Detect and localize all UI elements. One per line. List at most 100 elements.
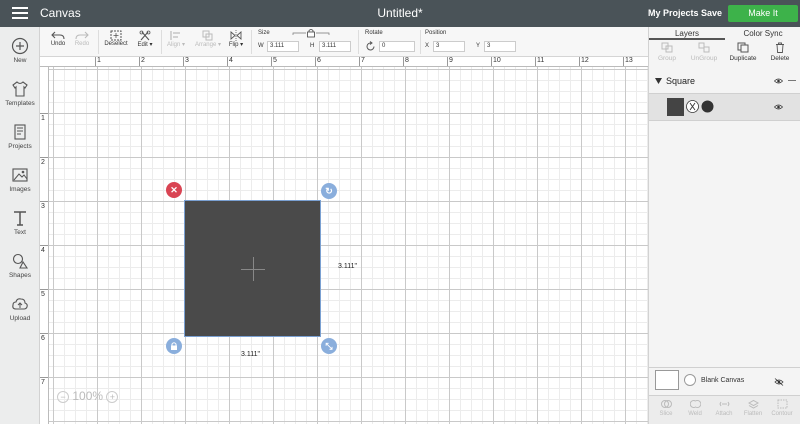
upload-cloud-icon: [12, 298, 28, 310]
height-label: H: [310, 43, 315, 49]
layer-row-square[interactable]: [649, 93, 800, 121]
y-position-field[interactable]: 3: [484, 41, 516, 52]
ruler-tick: [315, 57, 316, 66]
ungroup-button[interactable]: UnGroup: [686, 42, 722, 62]
redo-button[interactable]: Redo: [72, 30, 92, 47]
zoom-out-button[interactable]: −: [57, 390, 69, 403]
toolbar-divider: [161, 30, 162, 54]
ruler-tick-label: 4: [41, 247, 45, 254]
ruler-tick-label: 7: [361, 57, 365, 64]
design-canvas[interactable]: ✕ ↻ ⤡ 3.111" 3.111" − 100% +: [49, 67, 648, 424]
height-field[interactable]: 3.111: [319, 41, 351, 52]
canvas-color-swatch[interactable]: [684, 374, 696, 386]
caret-down-icon[interactable]: [655, 78, 662, 84]
right-panel: Layers Color Sync Group UnGroup Duplicat…: [648, 27, 800, 424]
group-button[interactable]: Group: [649, 42, 685, 62]
slice-button[interactable]: Slice: [652, 399, 680, 417]
sidebar-item-templates[interactable]: Templates: [0, 80, 40, 107]
x-label: X: [425, 43, 430, 49]
edit-icon: [139, 30, 151, 41]
weld-button[interactable]: Weld: [681, 399, 709, 417]
duplicate-icon: [737, 42, 749, 53]
lock-handle-icon[interactable]: [166, 338, 182, 354]
square-shape[interactable]: [184, 200, 321, 337]
tab-layers[interactable]: Layers: [649, 27, 725, 40]
lock-icon[interactable]: [292, 28, 330, 38]
edit-menu-button[interactable]: Edit ▾: [133, 30, 157, 48]
layer-thumbnail: [667, 98, 684, 116]
align-icon: [170, 31, 180, 40]
horizontal-ruler: 1 2 3 4 5 6 7 8 9 10 11 12 13: [40, 57, 648, 67]
ruler-tick: [40, 157, 48, 158]
width-field[interactable]: 3.111: [267, 41, 299, 52]
eye-hidden-icon[interactable]: [774, 378, 784, 386]
rotate-handle-icon[interactable]: ↻: [321, 183, 337, 199]
ruler-tick-label: 10: [493, 57, 501, 64]
app: Canvas Untitled* My Projects Save Make I…: [0, 0, 800, 424]
ruler-tick: [623, 57, 624, 66]
menu-icon[interactable]: [12, 7, 28, 19]
collapse-icon[interactable]: [788, 80, 796, 82]
zoom-in-button[interactable]: +: [106, 390, 119, 403]
ruler-tick: [139, 57, 140, 66]
deselect-label: Deselect: [104, 41, 128, 47]
undo-button[interactable]: Undo: [48, 30, 68, 47]
sidebar-item-label: New: [13, 57, 27, 64]
arrange-icon: [202, 30, 213, 41]
blank-canvas-row[interactable]: Blank Canvas: [649, 367, 800, 393]
save-button[interactable]: Save: [701, 8, 722, 18]
ruler-tick-label: 8: [405, 57, 409, 64]
ruler-tick-label: 11: [537, 57, 545, 64]
deselect-button[interactable]: Deselect: [103, 30, 129, 47]
size-label: Size: [258, 30, 270, 36]
duplicate-button[interactable]: Duplicate: [725, 42, 761, 62]
flip-menu-button[interactable]: Flip ▾: [226, 30, 246, 48]
vertical-ruler: 1 2 3 4 5 6 7: [40, 67, 49, 424]
ruler-tick-label: 7: [41, 379, 45, 386]
layer-color-swatch[interactable]: [701, 100, 714, 113]
chevron-down-icon: ▾: [147, 42, 153, 48]
scale-handle-icon[interactable]: ⤡: [321, 338, 337, 354]
ruler-tick-label: 6: [317, 57, 321, 64]
delete-handle-icon[interactable]: ✕: [166, 182, 182, 198]
sidebar-item-images[interactable]: Images: [0, 166, 40, 193]
ruler-tick: [95, 57, 96, 66]
sidebar-item-label: Images: [9, 186, 31, 193]
toolbar-divider: [98, 30, 99, 54]
ruler-tick-label: 1: [41, 115, 45, 122]
x-position-field[interactable]: 3: [433, 41, 465, 52]
sidebar-item-shapes[interactable]: Shapes: [0, 252, 40, 279]
edit-toolbar: Undo Redo Deselect Edit ▾ Align ▾ Arrang…: [40, 27, 648, 57]
delete-button[interactable]: Delete: [762, 42, 798, 62]
sidebar-item-text[interactable]: Text: [0, 209, 40, 236]
y-label: Y: [476, 43, 481, 49]
sidebar-item-new[interactable]: New: [0, 37, 40, 64]
group-icon: [661, 42, 673, 53]
image-icon: [12, 168, 28, 182]
undo-label: Undo: [50, 41, 66, 47]
layer-group-square[interactable]: Square: [649, 72, 800, 92]
eye-icon[interactable]: [774, 104, 783, 110]
chevron-down-icon: ▾: [216, 42, 222, 48]
align-menu-button[interactable]: Align ▾: [164, 30, 188, 48]
contour-button[interactable]: Contour: [768, 399, 796, 417]
arrange-label: Arrange: [194, 42, 217, 48]
contour-label: Contour: [771, 411, 793, 417]
arrange-menu-button[interactable]: Arrange ▾: [192, 30, 224, 48]
attach-button[interactable]: Attach: [710, 399, 738, 417]
eye-icon[interactable]: [774, 78, 783, 84]
rotate-field[interactable]: 0: [379, 41, 415, 52]
undo-icon: [51, 31, 65, 40]
sidebar-item-projects[interactable]: Projects: [0, 123, 40, 150]
blank-canvas-label: Blank Canvas: [701, 377, 745, 384]
flatten-button[interactable]: Flatten: [739, 399, 767, 417]
cut-scissors-icon[interactable]: [686, 100, 699, 113]
tab-color-sync[interactable]: Color Sync: [725, 27, 800, 40]
chevron-down-icon: ▾: [180, 42, 186, 48]
ruler-tick: [40, 333, 48, 334]
zoom-control: − 100% +: [57, 389, 119, 403]
toolbar-divider: [420, 30, 421, 54]
make-it-button[interactable]: Make It: [728, 5, 798, 22]
sidebar-item-upload[interactable]: Upload: [0, 295, 40, 322]
my-projects-link[interactable]: My Projects: [648, 8, 699, 18]
